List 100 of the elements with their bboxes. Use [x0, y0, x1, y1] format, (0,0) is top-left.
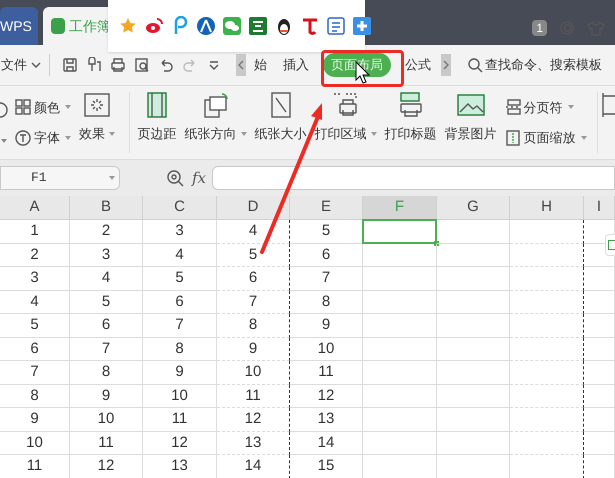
table-cell: 4: [143, 244, 217, 267]
table-cell: 11: [143, 408, 217, 432]
table-cell: 9: [0, 408, 70, 432]
table-cell: 5: [217, 244, 290, 267]
table-cell: 15: [290, 455, 363, 478]
chevron-down-icon[interactable]: [31, 61, 41, 69]
formula-input[interactable]: [212, 166, 615, 190]
window-count-badge[interactable]: 1: [532, 20, 547, 36]
page-scale-icon: [504, 130, 520, 146]
column-header[interactable]: H: [510, 196, 584, 220]
scroll-right-icon[interactable]: [441, 54, 451, 76]
table-cell: 6: [217, 267, 290, 290]
ribbon-button[interactable]: 打印标题: [384, 86, 436, 159]
table-cell: 11: [0, 455, 70, 478]
ribbon-button[interactable]: 效果: [79, 86, 115, 159]
scroll-left-icon[interactable]: [236, 54, 246, 76]
align-icon[interactable]: [601, 92, 615, 118]
table-cell: [584, 361, 615, 384]
table-cell: 8: [0, 384, 70, 408]
table-cell: 12: [143, 432, 217, 455]
command-search[interactable]: 查找命令、搜索模板: [485, 55, 602, 75]
table-cell: 5: [143, 267, 217, 290]
square-icon[interactable]: [248, 16, 268, 36]
column-header[interactable]: E: [290, 196, 363, 220]
table-cell: 5: [0, 314, 70, 338]
table-cell: 3: [143, 220, 217, 244]
column-header[interactable]: I: [584, 196, 615, 220]
table-cell: 9: [217, 338, 290, 361]
ribbon-button[interactable]: 页边距: [138, 86, 176, 159]
ribbon-tab[interactable]: 插入: [275, 55, 317, 75]
font-icon: [15, 130, 31, 146]
table-cell: 5: [70, 290, 143, 314]
function-button[interactable]: fx: [192, 166, 206, 190]
person-icon[interactable]: [196, 16, 216, 36]
table-cell: [584, 338, 615, 361]
preview-icon[interactable]: [134, 57, 150, 73]
table-cell: 3: [0, 267, 70, 290]
table-cell: 13: [143, 455, 217, 478]
note-icon[interactable]: [326, 16, 346, 36]
table-cell: 7: [143, 314, 217, 338]
table-cell: 9: [143, 361, 217, 384]
print-area-icon: [332, 92, 360, 118]
table-cell: 9: [290, 314, 363, 338]
sparkle-icon: [83, 92, 111, 118]
table-cell: 12: [217, 408, 290, 432]
side-panel-icon[interactable]: [605, 234, 615, 256]
ribbon-tab[interactable]: 始: [246, 55, 275, 75]
table-cell: 8: [217, 314, 290, 338]
active-cell[interactable]: [362, 219, 437, 244]
table-cell: [584, 267, 615, 290]
caret-icon[interactable]: [370, 132, 376, 136]
table-cell: 6: [70, 314, 143, 338]
table-cell: 10: [0, 432, 70, 455]
table-cell: 14: [290, 432, 363, 455]
plus-icon[interactable]: [352, 16, 372, 36]
table-cell: 12: [290, 384, 363, 408]
ribbon-button[interactable]: 字体: [15, 128, 71, 148]
table-cell: 7: [0, 361, 70, 384]
column-header[interactable]: C: [143, 196, 217, 220]
table-cell: 3: [70, 244, 143, 267]
spreadsheet-icon: [51, 18, 65, 34]
table-cell: 13: [217, 432, 290, 455]
column-header[interactable]: D: [217, 196, 290, 220]
table-cell: 10: [143, 384, 217, 408]
ribbon-button[interactable]: 纸张大小: [254, 86, 306, 159]
save-icon[interactable]: [62, 57, 78, 73]
table-cell: [584, 314, 615, 338]
table-cell: 11: [217, 384, 290, 408]
column-header[interactable]: G: [437, 196, 510, 220]
eye-icon[interactable]: [144, 16, 164, 36]
column-header[interactable]: B: [70, 196, 143, 220]
table-cell: [584, 432, 615, 455]
name-box[interactable]: F1: [0, 166, 120, 190]
caret-icon[interactable]: [0, 138, 8, 144]
table-cell: 1: [0, 220, 70, 244]
caret-icon[interactable]: [109, 132, 115, 136]
ribbon-tab[interactable]: 公式: [397, 55, 439, 75]
ribbon-button[interactable]: 纸张方向: [184, 86, 246, 159]
caret-icon[interactable]: [240, 132, 246, 136]
search-icon[interactable]: [467, 57, 483, 73]
t-letter-icon[interactable]: [300, 16, 320, 36]
table-cell: 2: [0, 244, 70, 267]
table-cell: 7: [217, 290, 290, 314]
file-menu[interactable]: 文件: [0, 55, 31, 75]
ribbon-button[interactable]: 分页符: [504, 98, 586, 117]
table-cell: 4: [0, 290, 70, 314]
table-cell: 8: [70, 361, 143, 384]
print-icon[interactable]: [110, 57, 126, 73]
column-header[interactable]: A: [0, 196, 70, 220]
document-tab[interactable]: WPS: [0, 7, 38, 45]
table-cell: 5: [290, 220, 363, 244]
ribbon-button[interactable]: 背景图片: [444, 86, 496, 159]
ribbon-button[interactable]: 打印区域: [314, 86, 376, 159]
page-orientation-icon: [202, 92, 230, 118]
table-cell: 11: [290, 361, 363, 384]
chat-icon[interactable]: [222, 16, 242, 36]
ribbon-button[interactable]: 颜色: [15, 98, 71, 117]
table-cell: 12: [70, 455, 143, 478]
ribbon-button[interactable]: 页面缩放: [504, 128, 586, 148]
zoom-icon[interactable]: [166, 169, 184, 187]
